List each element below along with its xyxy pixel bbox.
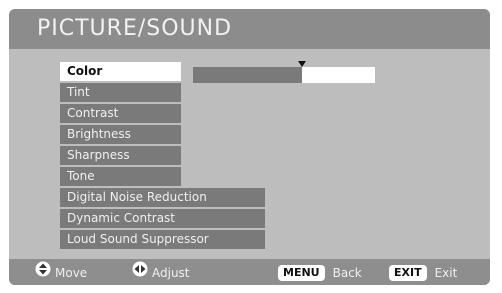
up-down-arrows-icon bbox=[35, 260, 51, 286]
menu-title: PICTURE/SOUND bbox=[9, 9, 490, 49]
menu-item-digital-noise-reduction[interactable]: Digital Noise Reduction bbox=[60, 188, 265, 207]
picture-sound-menu: PICTURE/SOUND Color Tint Contrast Bright… bbox=[9, 9, 490, 285]
footer-hint-bar: Move Adjust MENU Back EXIT Exit bbox=[9, 259, 490, 285]
color-level-marker-icon bbox=[298, 61, 306, 67]
adjust-hint: Adjust bbox=[132, 259, 190, 285]
exit-label: Exit bbox=[434, 265, 458, 280]
color-level-slider[interactable] bbox=[193, 61, 375, 83]
menu-item-brightness[interactable]: Brightness bbox=[60, 125, 181, 144]
adjust-label: Adjust bbox=[152, 265, 190, 280]
menu-item-tint[interactable]: Tint bbox=[60, 83, 181, 102]
menu-back-hint: MENU Back bbox=[278, 259, 362, 285]
menu-item-loud-sound-suppressor[interactable]: Loud Sound Suppressor bbox=[60, 230, 265, 249]
move-label: Move bbox=[55, 265, 88, 280]
move-hint: Move bbox=[35, 259, 87, 285]
menu-item-sharpness[interactable]: Sharpness bbox=[60, 146, 181, 165]
left-right-arrows-icon bbox=[132, 260, 148, 286]
back-label: Back bbox=[332, 265, 362, 280]
color-level-fill bbox=[193, 67, 302, 83]
menu-item-dynamic-contrast[interactable]: Dynamic Contrast bbox=[60, 209, 265, 228]
exit-hint: EXIT Exit bbox=[389, 259, 457, 285]
menu-item-contrast[interactable]: Contrast bbox=[60, 104, 181, 123]
exit-key-badge: EXIT bbox=[389, 264, 427, 281]
menu-item-color[interactable]: Color bbox=[60, 62, 181, 81]
menu-key-badge: MENU bbox=[278, 264, 325, 281]
menu-item-tone[interactable]: Tone bbox=[60, 167, 181, 186]
